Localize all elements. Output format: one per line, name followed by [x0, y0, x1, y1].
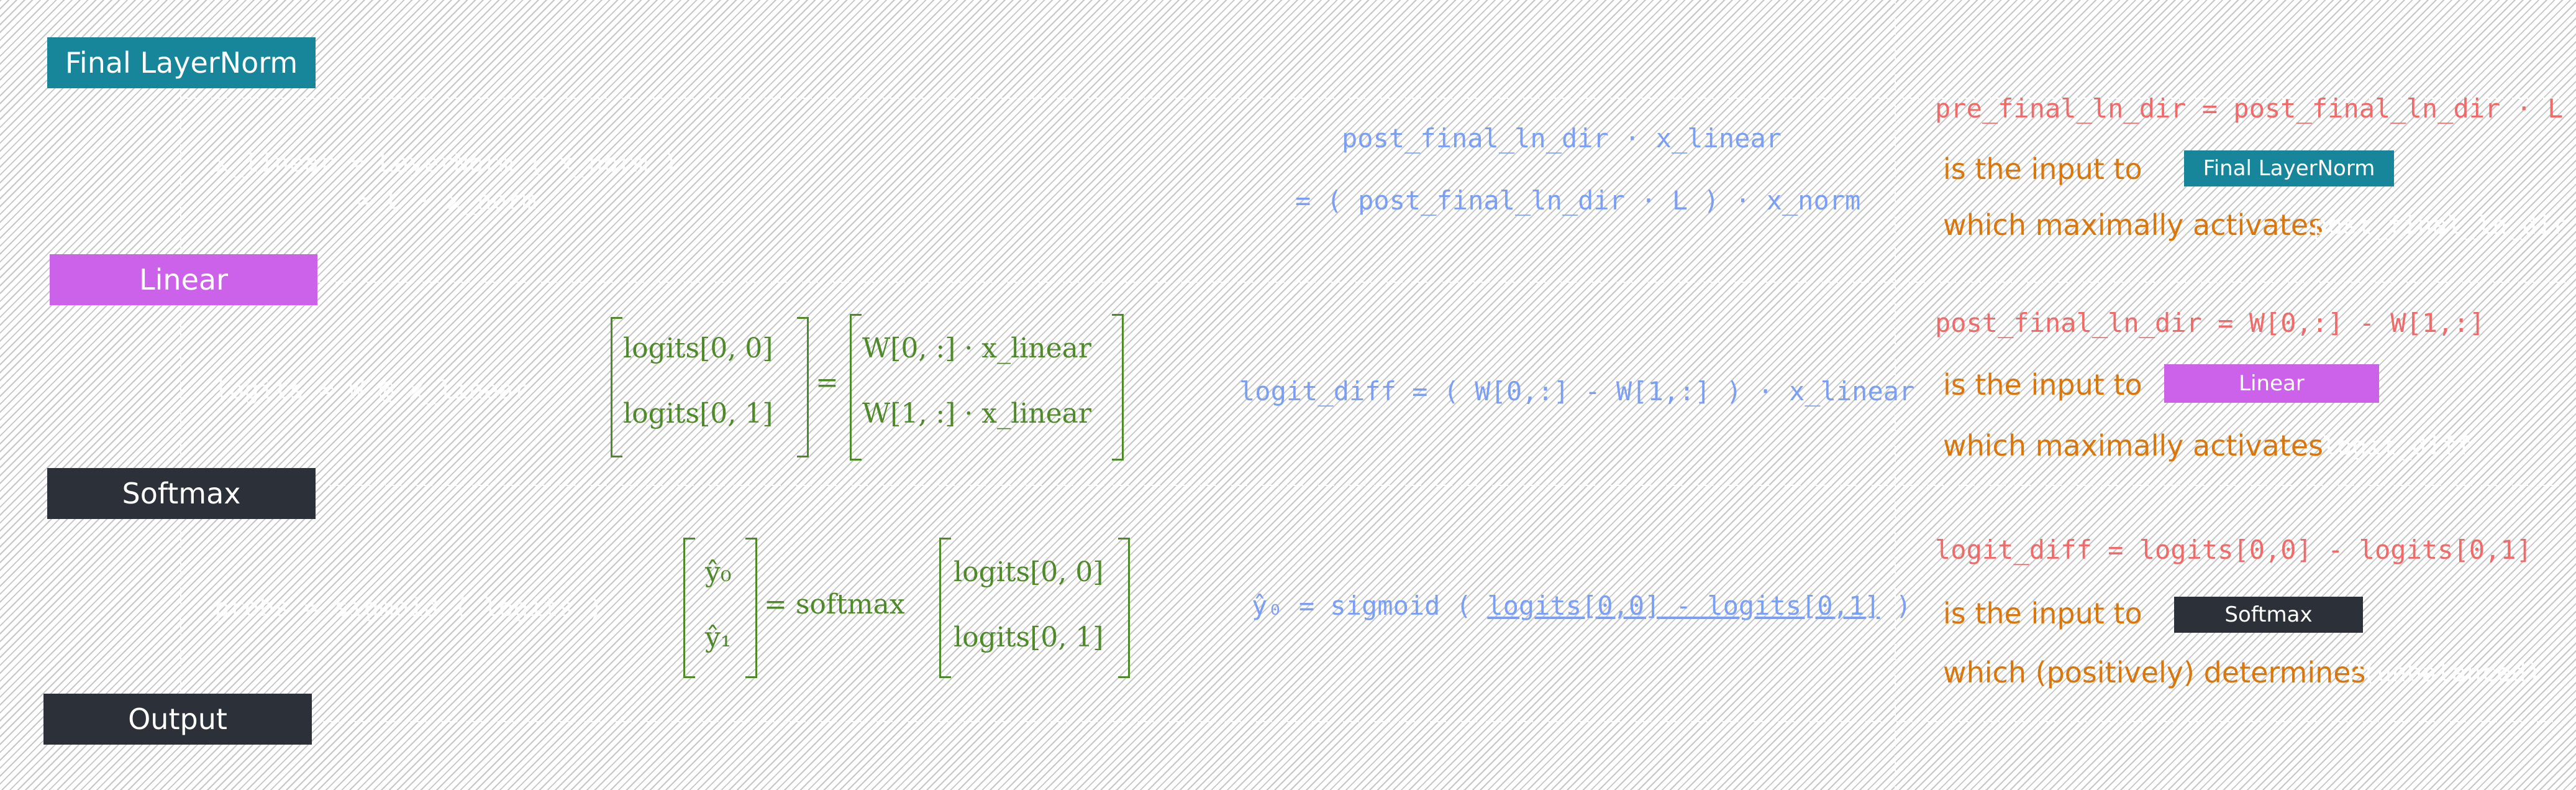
softmax-logit-diff-underlined: logits[0,0] - logits[0,1] — [1487, 590, 1880, 621]
sm-is-input-text: is the input to — [1943, 597, 2142, 630]
softmax-logits-01: logits[0, 1] — [953, 622, 1104, 653]
softmax-block: Softmax — [47, 468, 316, 519]
softmax-logits-bracket-left — [939, 538, 951, 678]
sm-which-text: which (positively) determines — [1943, 656, 2366, 689]
weight-row-0: W[0, :] · x_linear — [862, 333, 1091, 364]
ln-which-text: which maximally activates — [1943, 208, 2324, 242]
weight-vector-bracket-right — [1112, 314, 1124, 461]
lin-post-final-dir: post_final_ln_dir = W[0,:] - W[1,:] — [1935, 308, 2485, 338]
sm-logit-diff: logit_diff = logits[0,0] - logits[0,1] — [1935, 535, 2532, 565]
yhat-vector-bracket-left — [683, 538, 695, 678]
linear-block: Linear — [50, 254, 317, 305]
row-divider-3 — [180, 485, 2565, 486]
lin-is-input-text: is the input to — [1943, 368, 2142, 402]
weight-row-1: W[1, :] · x_linear — [862, 398, 1091, 429]
linear-equals: = — [816, 367, 839, 398]
yhat-1: ŷ₁ — [705, 622, 732, 653]
layernorm-direction-line1: post_final_ln_dir · x_linear — [1342, 123, 1782, 154]
linear-code-line: logits = W @ x_linear — [214, 376, 529, 405]
ln-tag: Final LayerNorm — [2184, 150, 2394, 186]
yhat-0: ŷ₀ — [705, 556, 732, 588]
softmax-code-line: probs = sigmoid ( logits ) — [214, 594, 604, 622]
linear-logit-diff: logit_diff = ( W[0,:] - W[1,:] ) · x_lin… — [1239, 376, 1915, 406]
sm-faint-target: P(unbalanced) — [2347, 659, 2542, 687]
logits-vector-bracket-left — [611, 317, 622, 457]
ln-faint-target: post_final_ln_dir — [2313, 211, 2567, 240]
logits-vector-bracket-right — [797, 317, 809, 457]
flow-connector — [180, 88, 181, 710]
softmax-logits-bracket-right — [1118, 538, 1130, 678]
softmax-yhat-formula: ŷ₀ = sigmoid ( logits[0,0] - logits[0,1]… — [1252, 590, 1911, 621]
lin-tag: Linear — [2164, 364, 2379, 403]
sm-tag: Softmax — [2174, 597, 2363, 633]
layernorm-direction-line2: = ( post_final_ln_dir · L ) · x_norm — [1295, 185, 1861, 216]
softmax-yhat-suffix: ) — [1895, 590, 1912, 621]
lin-faint-target: logit_diff — [2322, 432, 2472, 461]
softmax-yhat-prefix: ŷ₀ = sigmoid ( — [1252, 590, 1472, 621]
yhat-vector-bracket-right — [745, 538, 757, 678]
logits-00: logits[0, 0] — [623, 333, 773, 364]
layernorm-code-line1: x_linear = LayerNorm ( x_norm ) — [214, 149, 678, 178]
softmax-logits-00: logits[0, 0] — [953, 556, 1104, 588]
ln-is-input-text: is the input to — [1943, 152, 2142, 186]
ln-pre-final-dir: pre_final_ln_dir = post_final_ln_dir · L — [1935, 93, 2564, 124]
output-block: Output — [43, 694, 312, 745]
final-layernorm-block: Final LayerNorm — [47, 37, 316, 88]
weight-vector-bracket-left — [850, 314, 862, 461]
row-divider-2 — [180, 282, 2565, 283]
row-divider-4 — [180, 721, 2565, 722]
lin-which-text: which maximally activates — [1943, 429, 2324, 462]
softmax-equals: = softmax — [764, 589, 905, 620]
layernorm-code-line2: = L · x_norm — [357, 186, 537, 215]
logits-01: logits[0, 1] — [623, 398, 773, 429]
